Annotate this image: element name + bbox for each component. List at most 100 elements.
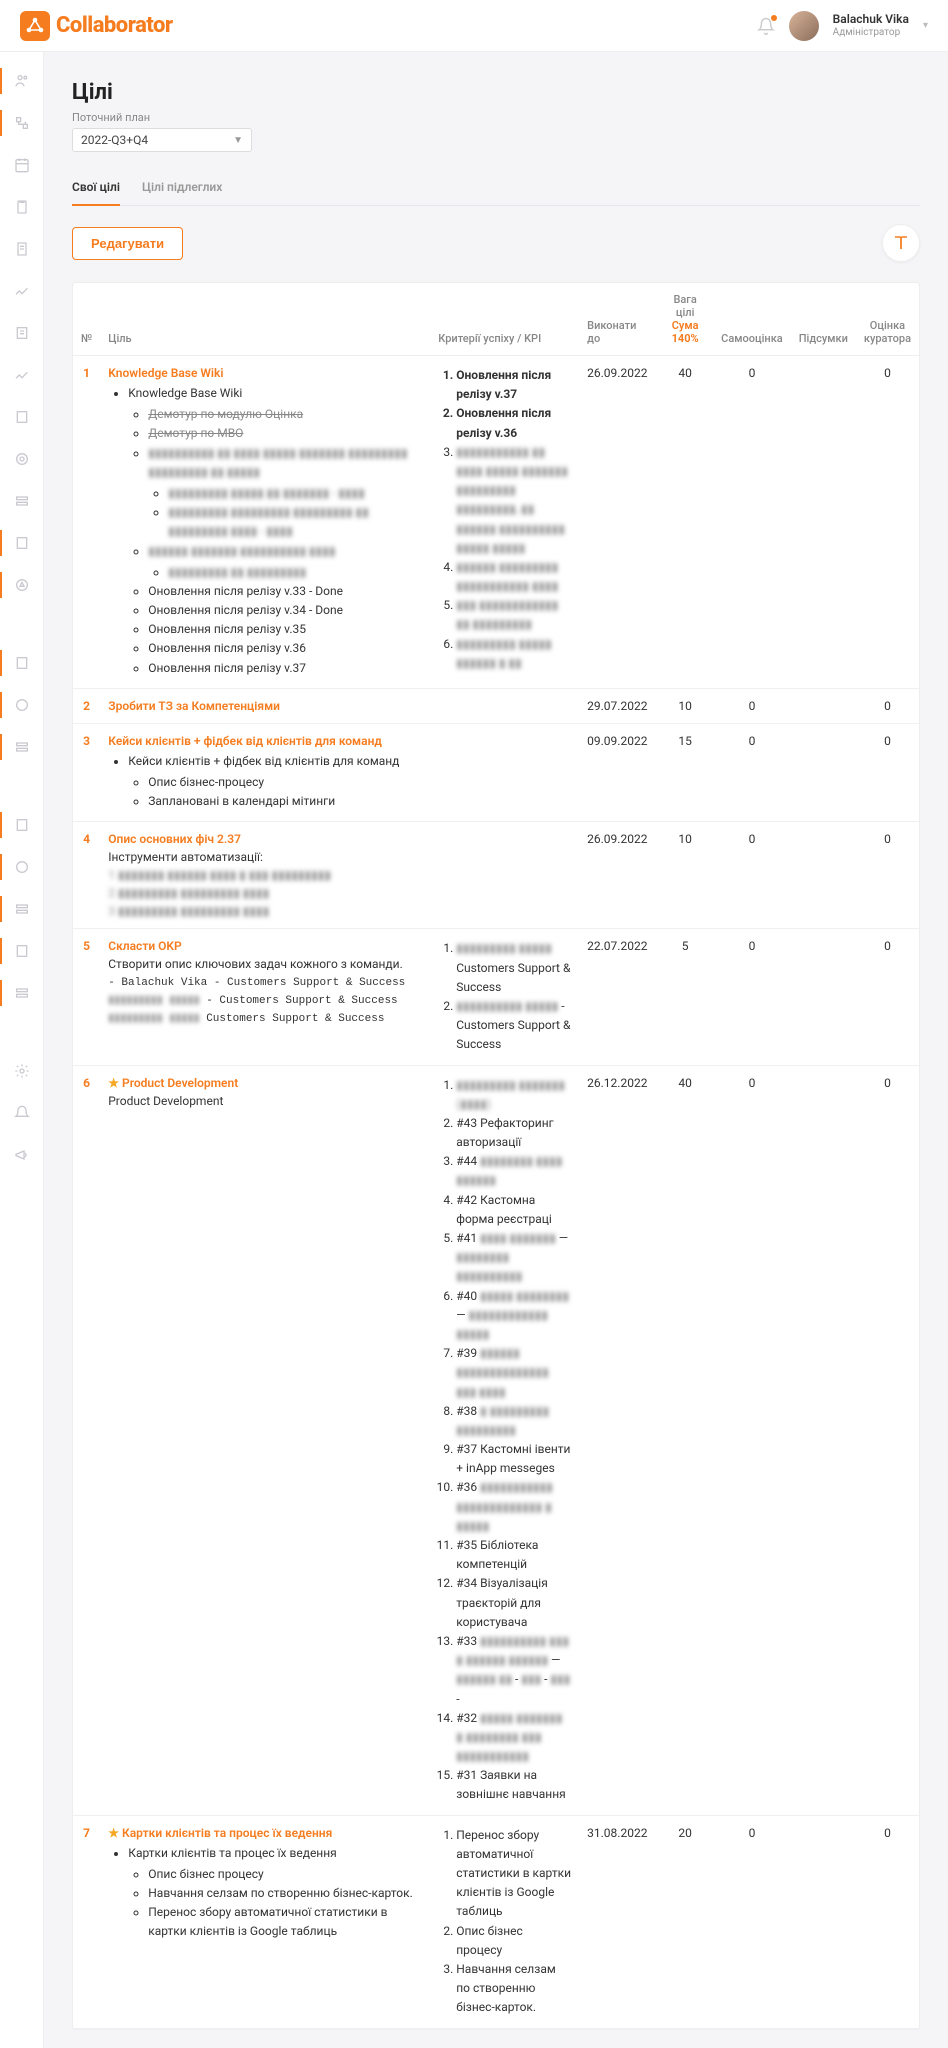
side-bell-icon[interactable] — [13, 1104, 31, 1122]
due-cell: 09.09.2022 — [579, 723, 657, 822]
user-role: Адміністратор — [833, 27, 909, 38]
side-icon-9[interactable] — [13, 408, 31, 426]
due-cell: 31.08.2022 — [579, 1815, 657, 2028]
results-cell — [791, 822, 856, 929]
plan-select[interactable]: 2022-Q3+Q4 ▼ — [72, 128, 252, 152]
side-icon-6[interactable] — [13, 282, 31, 300]
curator-cell: 0 — [856, 688, 919, 723]
table-row: 5Скласти OKPСтворити опис ключових задач… — [73, 929, 919, 1065]
results-cell — [791, 929, 856, 1065]
side-icon-11[interactable] — [13, 492, 31, 510]
due-cell: 26.09.2022 — [579, 356, 657, 689]
goal-title-link[interactable]: Кейси клієнтів + фідбек від клієнтів для… — [108, 734, 382, 748]
kpi-cell — [430, 822, 579, 929]
goal-cell: ★Картки клієнтів та процес їх веденняКар… — [100, 1815, 430, 2028]
table-row: 1Knowledge Base WikiKnowledge Base WikiД… — [73, 356, 919, 689]
row-number: 5 — [73, 929, 100, 1065]
side-icon-3[interactable] — [13, 156, 31, 174]
kpi-cell — [430, 688, 579, 723]
table-row: 6★Product DevelopmentProduct Development… — [73, 1065, 919, 1815]
side-icon-4[interactable] — [13, 198, 31, 216]
side-icon-2[interactable] — [13, 114, 31, 132]
side-megaphone-icon[interactable] — [13, 1146, 31, 1164]
table-row: 7★Картки клієнтів та процес їх веденняКа… — [73, 1815, 919, 2028]
edit-button[interactable]: Редагувати — [72, 227, 183, 260]
row-number: 1 — [73, 356, 100, 689]
goal-title-link[interactable]: Скласти OKP — [108, 939, 182, 953]
curator-cell: 0 — [856, 822, 919, 929]
curator-cell: 0 — [856, 356, 919, 689]
side-icon-18[interactable] — [13, 858, 31, 876]
chevron-down-icon[interactable]: ▾ — [923, 20, 928, 31]
book-button[interactable] — [882, 224, 920, 262]
side-icon-8[interactable] — [13, 366, 31, 384]
side-icon-1[interactable] — [13, 72, 31, 90]
user-area: Balachuk Vika Адміністратор ▾ — [757, 11, 928, 41]
due-cell: 22.07.2022 — [579, 929, 657, 1065]
row-number: 7 — [73, 1815, 100, 2028]
brand-text: Collaborator — [56, 13, 173, 38]
side-icon-7[interactable] — [13, 324, 31, 342]
user-avatar[interactable] — [789, 11, 819, 41]
chevron-down-icon: ▼ — [233, 135, 243, 146]
side-icon-17[interactable] — [13, 816, 31, 834]
self-cell: 0 — [713, 929, 791, 1065]
side-gear-icon[interactable] — [13, 1062, 31, 1080]
notifications-icon[interactable] — [757, 17, 775, 35]
star-icon: ★ — [108, 1076, 119, 1090]
weight-cell: 20 — [657, 1815, 713, 2028]
goal-title-link[interactable]: ★Картки клієнтів та процес їх ведення — [108, 1826, 332, 1840]
weight-cell: 15 — [657, 723, 713, 822]
goal-title-link[interactable]: Опис основних фіч 2.37 — [108, 832, 241, 846]
col-due: Виконати до — [579, 283, 657, 356]
goal-title-link[interactable]: Knowledge Base Wiki — [108, 366, 223, 380]
side-icon-14[interactable] — [13, 654, 31, 672]
self-cell: 0 — [713, 723, 791, 822]
brand-logo[interactable]: Collaborator — [20, 11, 173, 41]
curator-cell: 0 — [856, 723, 919, 822]
side-icon-16[interactable] — [13, 738, 31, 756]
row-number: 2 — [73, 688, 100, 723]
due-cell: 26.09.2022 — [579, 822, 657, 929]
table-header-row: № Ціль Критерії успіху / KPI Виконати до… — [73, 283, 919, 356]
side-icon-10[interactable] — [13, 450, 31, 468]
user-text[interactable]: Balachuk Vika Адміністратор — [833, 13, 909, 37]
row-number: 6 — [73, 1065, 100, 1815]
tab-subordinate-goals[interactable]: Цілі підлеглих — [142, 174, 222, 205]
side-icon-15[interactable] — [13, 696, 31, 714]
col-self: Самооцінка — [713, 283, 791, 356]
table-row: 4Опис основних фіч 2.37Інструменти автом… — [73, 822, 919, 929]
main-content: Цілі Поточний план 2022-Q3+Q4 ▼ Свої ціл… — [44, 52, 948, 2048]
goal-cell: Кейси клієнтів + фідбек від клієнтів для… — [100, 723, 430, 822]
results-cell — [791, 1815, 856, 2028]
goal-title-link[interactable]: ★Product Development — [108, 1076, 238, 1090]
side-icon-13[interactable] — [13, 576, 31, 594]
due-cell: 26.12.2022 — [579, 1065, 657, 1815]
goal-cell: ★Product DevelopmentProduct Development — [100, 1065, 430, 1815]
kpi-cell — [430, 723, 579, 822]
plan-value: 2022-Q3+Q4 — [81, 133, 148, 147]
topbar: Collaborator Balachuk Vika Адміністратор… — [0, 0, 948, 52]
goal-title-link[interactable]: Зробити ТЗ за Компетенціями — [108, 699, 280, 713]
curator-cell: 0 — [856, 1065, 919, 1815]
weight-cell: 10 — [657, 688, 713, 723]
side-icon-12[interactable] — [13, 534, 31, 552]
kpi-cell: Оновлення після релізу v.37Оновлення піс… — [430, 356, 579, 689]
user-name: Balachuk Vika — [833, 13, 909, 26]
tab-own-goals[interactable]: Свої цілі — [72, 174, 120, 206]
side-icon-21[interactable] — [13, 984, 31, 1002]
toolbar: Редагувати — [72, 224, 920, 262]
weight-cell: 5 — [657, 929, 713, 1065]
results-cell — [791, 723, 856, 822]
curator-cell: 0 — [856, 929, 919, 1065]
plan-label: Поточний план — [72, 111, 920, 124]
brand-icon — [20, 11, 50, 41]
side-icon-5[interactable] — [13, 240, 31, 258]
curator-cell: 0 — [856, 1815, 919, 2028]
tabs: Свої цілі Цілі підлеглих — [72, 174, 920, 206]
self-cell: 0 — [713, 1065, 791, 1815]
side-icon-20[interactable] — [13, 942, 31, 960]
results-cell — [791, 356, 856, 689]
col-goal: Ціль — [100, 283, 430, 356]
side-icon-19[interactable] — [13, 900, 31, 918]
